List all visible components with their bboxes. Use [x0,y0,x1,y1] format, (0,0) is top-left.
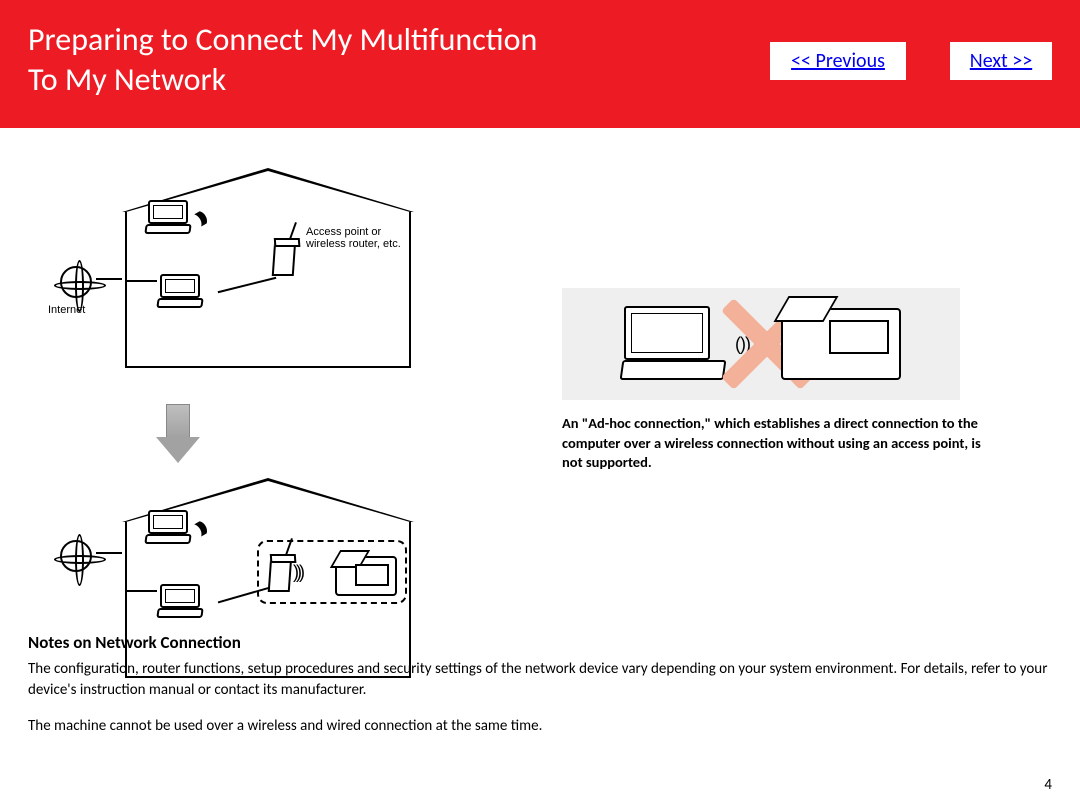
page-number: 4 [1044,776,1052,794]
previous-button[interactable]: << Previous [770,42,906,80]
down-arrow-icon [158,404,198,464]
cable-line [127,280,157,282]
adhoc-caption: An "Ad-hoc connection," which establishe… [562,414,982,473]
content-area: Internet )))))) Access po [0,128,1080,810]
cable-line [127,590,157,592]
printer-icon [335,556,397,596]
router-label: Access point or wireless router, etc. [306,226,416,250]
laptop-icon [145,510,191,546]
network-diagrams: Internet )))))) Access po [62,168,442,678]
notes-section: Notes on Network Connection The configur… [28,632,1052,752]
cable-line [218,277,277,293]
next-button[interactable]: Next >> [950,42,1052,80]
laptop-icon [145,200,191,236]
router-icon [268,556,293,592]
printer-icon [781,308,901,380]
adhoc-section: ( ) ) ( ( ( An "Ad-hoc connection," whic… [562,288,1002,473]
laptop-icon [157,584,203,620]
notes-paragraph-2: The machine cannot be used over a wirele… [28,716,1052,736]
internet-label: Internet [48,304,85,316]
internet-globe-icon [60,266,92,298]
page: Preparing to Connect My Multifunction To… [0,0,1080,810]
title-line-1: Preparing to Connect My Multifunction [28,20,537,60]
wifi-waves-icon: ))) [293,562,302,583]
wifi-waves-icon: )))))) [193,520,207,538]
nav-buttons: << Previous Next >> [770,42,1052,128]
notes-paragraph-1: The configuration, router functions, set… [28,659,1052,700]
router-icon [272,240,297,276]
adhoc-illustration: ( ) ) ( ( ( [562,288,960,400]
title-line-2: To My Network [28,60,537,100]
internet-globe-icon [60,540,92,572]
wifi-waves-icon: )))))) [193,210,207,228]
laptop-icon [157,274,203,310]
header-bar: Preparing to Connect My Multifunction To… [0,0,1080,128]
notes-heading: Notes on Network Connection [28,632,1052,653]
page-title: Preparing to Connect My Multifunction To… [28,20,537,128]
